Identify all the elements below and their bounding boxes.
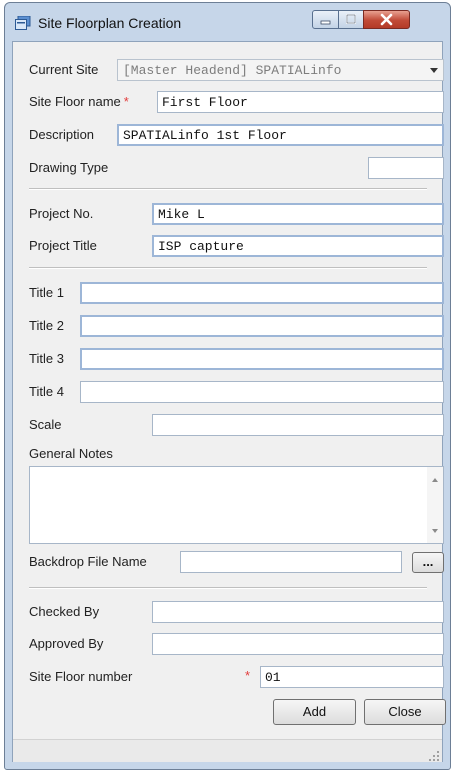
backdrop-file-label: Backdrop File Name <box>29 554 147 569</box>
general-notes-scrollbar[interactable] <box>427 467 443 543</box>
title1-field[interactable] <box>80 282 444 304</box>
checked-by-label: Checked By <box>29 604 100 619</box>
scale-label: Scale <box>29 417 62 432</box>
separator <box>29 188 427 190</box>
add-button[interactable]: Add <box>273 699 356 725</box>
general-notes-label: General Notes <box>29 446 113 461</box>
general-notes-textarea[interactable] <box>29 466 444 544</box>
resize-grip-icon[interactable] <box>429 749 439 761</box>
maximize-button[interactable] <box>338 10 364 29</box>
project-title-field[interactable]: ISP capture <box>152 235 444 257</box>
scroll-up-icon[interactable] <box>432 478 438 482</box>
checked-by-field[interactable] <box>152 601 444 623</box>
project-no-field[interactable]: Mike L <box>152 203 444 225</box>
separator <box>29 267 427 269</box>
title1-label: Title 1 <box>29 285 64 300</box>
separator <box>29 587 427 589</box>
required-marker: * <box>123 94 129 109</box>
drawing-type-label: Drawing Type <box>29 160 109 175</box>
minimize-button[interactable] <box>312 10 339 29</box>
scale-field[interactable] <box>152 414 444 436</box>
dialog-body: Current Site [Master Headend] SPATIALinf… <box>12 41 446 762</box>
current-site-label: Current Site <box>29 62 99 77</box>
close-window-button[interactable] <box>363 10 410 29</box>
current-site-value: [Master Headend] SPATIALinfo <box>123 63 342 78</box>
title2-field[interactable] <box>80 315 444 337</box>
drawing-type-field[interactable] <box>368 157 444 179</box>
scroll-down-icon[interactable] <box>432 529 438 533</box>
close-icon <box>380 13 393 26</box>
dialog-window: Site Floorplan Creation Current Site [Ma… <box>4 2 451 770</box>
app-window-icon <box>15 15 31 30</box>
window-title: Site Floorplan Creation <box>38 15 182 31</box>
backdrop-file-field[interactable] <box>180 551 402 573</box>
chevron-down-icon <box>430 68 438 73</box>
site-floor-number-field[interactable]: 01 <box>260 666 444 688</box>
title3-field[interactable] <box>80 348 444 370</box>
approved-by-label: Approved By <box>29 636 104 651</box>
title4-label: Title 4 <box>29 384 64 399</box>
description-label: Description <box>29 127 95 142</box>
title4-field[interactable] <box>80 381 444 403</box>
title2-label: Title 2 <box>29 318 64 333</box>
description-field[interactable]: SPATIALinfo 1st Floor <box>117 124 444 146</box>
current-site-select[interactable]: [Master Headend] SPATIALinfo <box>117 59 444 81</box>
minimize-icon <box>320 20 331 25</box>
approved-by-field[interactable] <box>152 633 444 655</box>
status-bar <box>13 739 442 762</box>
project-no-label: Project No. <box>29 206 94 221</box>
site-floor-number-label: Site Floor number <box>29 669 133 684</box>
site-floor-name-field[interactable]: First Floor <box>157 91 444 113</box>
site-floor-name-label: Site Floor name * <box>29 94 129 109</box>
project-title-label: Project Title <box>29 238 97 253</box>
title3-label: Title 3 <box>29 351 64 366</box>
maximize-icon <box>346 14 356 24</box>
required-marker: * <box>245 668 251 683</box>
browse-button[interactable]: ... <box>412 552 444 573</box>
title-bar[interactable]: Site Floorplan Creation <box>5 3 450 43</box>
close-button[interactable]: Close <box>364 699 446 725</box>
